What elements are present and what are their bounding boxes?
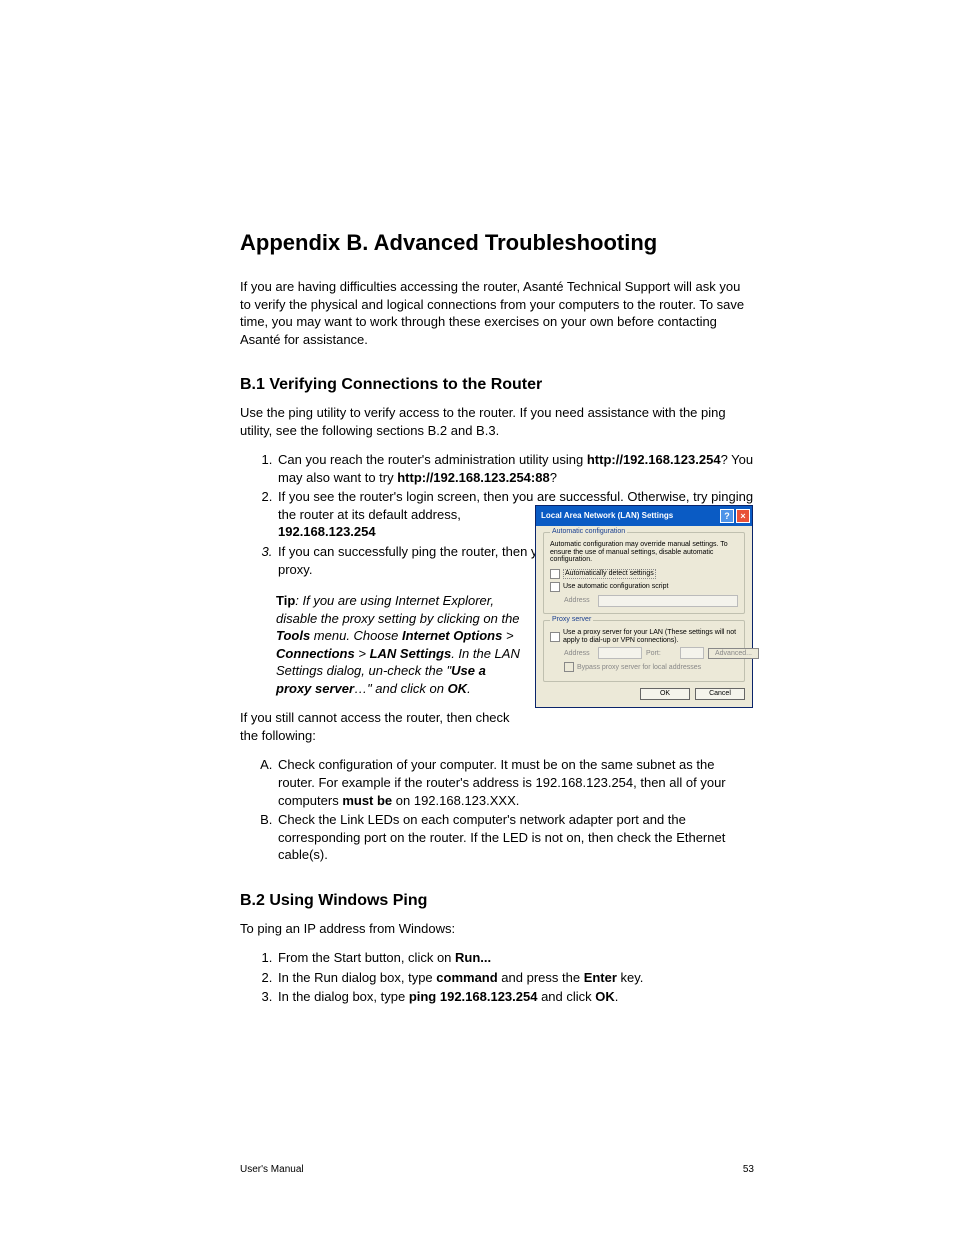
auto-detect-label: Automatically detect settings [563, 569, 656, 579]
address-field[interactable] [598, 595, 738, 607]
proxy-address-field[interactable] [598, 647, 642, 659]
cancel-button[interactable]: Cancel [695, 688, 745, 700]
use-proxy-checkbox[interactable] [550, 632, 560, 642]
proxy-address-label: Address [564, 650, 594, 658]
b2-step-1: From the Start button, click on Run... [276, 949, 754, 967]
section-b2-heading: B.2 Using Windows Ping [240, 892, 754, 910]
auto-config-label: Automatic configuration [550, 528, 627, 536]
address-label: Address [564, 597, 594, 605]
help-icon[interactable]: ? [720, 509, 734, 523]
advanced-button[interactable]: Advanced... [708, 648, 759, 660]
lan-settings-dialog: Local Area Network (LAN) Settings ? × Au… [535, 505, 753, 708]
proxy-port-field[interactable] [680, 647, 704, 659]
auto-config-desc: Automatic configuration may override man… [550, 541, 738, 564]
use-proxy-label: Use a proxy server for your LAN (These s… [563, 629, 738, 644]
dialog-titlebar: Local Area Network (LAN) Settings ? × [536, 506, 752, 526]
section-b1-heading: B.1 Verifying Connections to the Router [240, 376, 754, 394]
bypass-label: Bypass proxy server for local addresses [577, 664, 701, 672]
proxy-group: Proxy server Use a proxy server for your… [543, 620, 745, 682]
auto-script-label: Use automatic configuration script [563, 583, 668, 591]
close-icon[interactable]: × [736, 509, 750, 523]
dialog-title: Local Area Network (LAN) Settings [541, 512, 673, 521]
b1-checklist: Check configuration of your computer. It… [240, 756, 754, 863]
auto-script-checkbox[interactable] [550, 582, 560, 592]
b1-step-1: Can you reach the router's administratio… [276, 451, 754, 486]
appendix-title: Appendix B. Advanced Troubleshooting [240, 230, 754, 256]
b1-intro: Use the ping utility to verify access to… [240, 404, 754, 439]
auto-detect-checkbox[interactable] [550, 569, 560, 579]
b2-intro: To ping an IP address from Windows: [240, 920, 754, 938]
b1-check-b: Check the Link LEDs on each computer's n… [276, 811, 754, 864]
b1-check-a: Check configuration of your computer. It… [276, 756, 754, 809]
bypass-checkbox [564, 662, 574, 672]
intro-paragraph: If you are having difficulties accessing… [240, 278, 754, 348]
footer-left: User's Manual [240, 1164, 304, 1175]
b2-step-2: In the Run dialog box, type command and … [276, 969, 754, 987]
tip-paragraph: Tip: If you are using Internet Explorer,… [276, 592, 520, 697]
page-footer: User's Manual 53 [240, 1164, 754, 1175]
proxy-port-label: Port: [646, 650, 676, 658]
proxy-label: Proxy server [550, 616, 593, 624]
auto-config-group: Automatic configuration Automatic config… [543, 532, 745, 614]
b2-steps: From the Start button, click on Run... I… [240, 949, 754, 1006]
b1-still-cannot: If you still cannot access the router, t… [240, 709, 520, 744]
ok-button[interactable]: OK [640, 688, 690, 700]
footer-page-number: 53 [743, 1164, 754, 1175]
b2-step-3: In the dialog box, type ping 192.168.123… [276, 988, 754, 1006]
